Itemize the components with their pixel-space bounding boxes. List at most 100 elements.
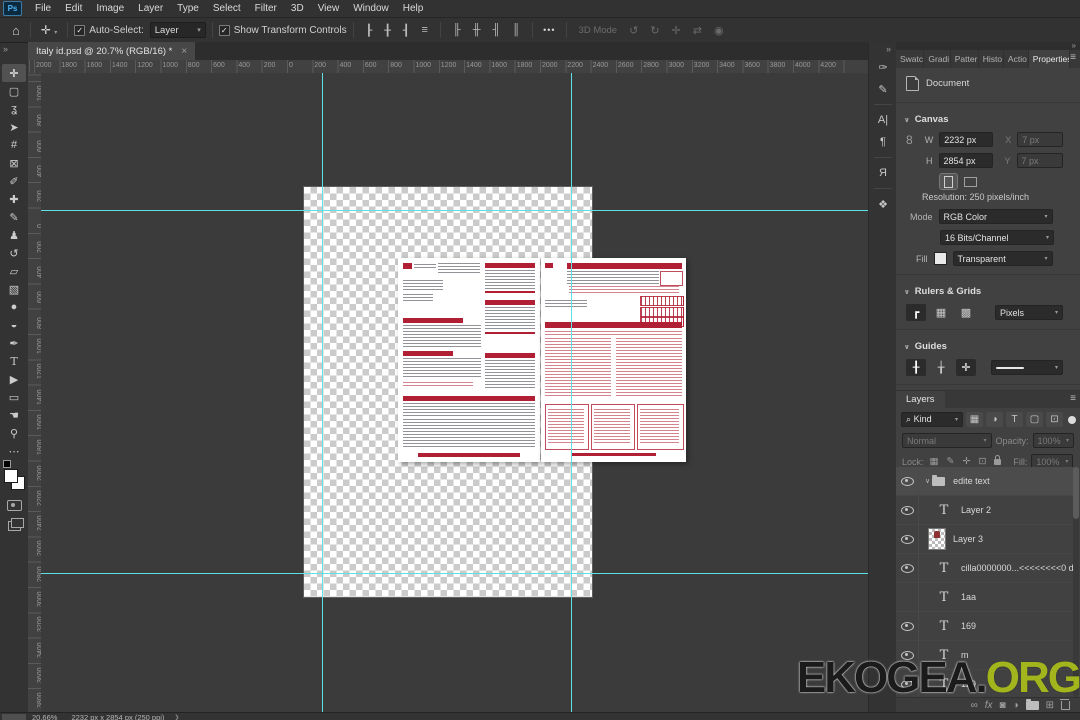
- tab-properties[interactable]: Properties: [1028, 50, 1071, 68]
- menu-filter[interactable]: Filter: [248, 3, 284, 14]
- zoom-tool[interactable]: ⚲: [2, 424, 26, 442]
- menu-view[interactable]: View: [311, 3, 347, 14]
- dodge-tool[interactable]: ◒: [2, 316, 26, 334]
- gradient-tool[interactable]: ▧: [2, 280, 26, 298]
- add-layer-mask-icon[interactable]: ◙: [1000, 700, 1006, 711]
- menu-window[interactable]: Window: [346, 3, 396, 14]
- properties-panel-menu-icon[interactable]: ≡: [1070, 50, 1080, 68]
- guides-section-header[interactable]: ∨ Guides: [896, 335, 1080, 356]
- hand-tool[interactable]: ☚: [2, 406, 26, 424]
- menu-edit[interactable]: Edit: [58, 3, 89, 14]
- menu-3d[interactable]: 3D: [284, 3, 311, 14]
- libraries-panel-icon[interactable]: ❖: [869, 193, 897, 215]
- align-left-edges-icon[interactable]: ┠: [360, 24, 379, 37]
- close-document-icon[interactable]: ×: [181, 46, 187, 57]
- crop-tool[interactable]: #: [2, 136, 26, 154]
- color-mode-dropdown[interactable]: RGB Color ▾: [938, 209, 1053, 224]
- rulers-grids-section-header[interactable]: ∨ Rulers & Grids: [896, 280, 1080, 301]
- foreground-color-swatch[interactable]: [4, 469, 18, 483]
- lasso-tool[interactable]: ʓ: [2, 100, 26, 118]
- distribute-right-edges-icon[interactable]: ╢: [486, 24, 506, 36]
- layer-row-cilla0000000-0-d[interactable]: Tcilla0000000...<<<<<<<<0 d: [896, 554, 1074, 583]
- layers-panel-menu-icon[interactable]: ≡: [1070, 391, 1080, 408]
- tab-gradi[interactable]: Gradi: [924, 50, 951, 68]
- visibility-toggle[interactable]: [896, 554, 919, 582]
- toggle-grid-icon[interactable]: ▦: [931, 304, 951, 321]
- more-align-options-icon[interactable]: •••: [539, 25, 559, 35]
- document-preview-1[interactable]: [398, 258, 540, 462]
- blur-tool[interactable]: ●: [2, 298, 26, 316]
- tab-swatc[interactable]: Swatc: [896, 50, 925, 68]
- pen-tool[interactable]: ✒: [2, 334, 26, 352]
- screen-mode-icon[interactable]: [7, 518, 24, 531]
- auto-select-checkbox[interactable]: ✓: [74, 24, 86, 36]
- bit-depth-dropdown[interactable]: 16 Bits/Channel ▾: [940, 230, 1054, 245]
- rectangle-tool[interactable]: ▭: [2, 388, 26, 406]
- menu-layer[interactable]: Layer: [131, 3, 170, 14]
- pasteboard[interactable]: [41, 73, 868, 712]
- layer-thumbnail[interactable]: [928, 528, 946, 550]
- link-dimensions-icon[interactable]: 8: [906, 133, 913, 147]
- document-tab[interactable]: Italy id.psd @ 20.7% (RGB/16) * ×: [28, 42, 196, 60]
- fill-dropdown[interactable]: Transparent ▾: [952, 251, 1053, 266]
- move-tool-options-icon[interactable]: ✛ ▾: [37, 24, 61, 36]
- eraser-tool[interactable]: ▱: [2, 262, 26, 280]
- brush-settings-panel-icon[interactable]: ✎: [869, 78, 897, 100]
- menu-help[interactable]: Help: [396, 3, 431, 14]
- history-brush-tool[interactable]: ↺: [2, 244, 26, 262]
- new-group-icon[interactable]: [1025, 699, 1039, 710]
- lock-artboard-icon[interactable]: ⊡: [976, 456, 988, 467]
- distribute-horizontal-centers-icon[interactable]: ╫: [467, 24, 487, 36]
- layer-row-1aa[interactable]: T 1aa: [896, 583, 1074, 612]
- horizontal-ruler[interactable]: 2000 1800 1600 1400 1200 1000 800 600 400 200 0 200…: [28, 60, 868, 74]
- guide-style-dropdown[interactable]: ▾: [991, 360, 1063, 375]
- visibility-toggle[interactable]: [896, 525, 919, 553]
- menu-select[interactable]: Select: [206, 3, 248, 14]
- ruler-units-dropdown[interactable]: Pixels ▾: [995, 305, 1063, 320]
- lock-transparent-pixels-icon[interactable]: ▦: [928, 456, 941, 467]
- filter-shape-layers-icon[interactable]: ▢: [1026, 412, 1043, 427]
- frame-tool[interactable]: ⊠: [2, 154, 26, 172]
- eyedropper-tool[interactable]: ✐: [2, 172, 26, 190]
- history-panel-icon[interactable]: ✑: [869, 56, 897, 78]
- toggle-pixel-grid-icon[interactable]: ▩: [956, 304, 976, 321]
- move-tool[interactable]: ✛: [2, 64, 26, 82]
- layer-row-layer-3[interactable]: Layer 3: [896, 525, 1074, 554]
- layers-panel-tab[interactable]: Layers: [896, 391, 945, 408]
- new-layer-icon[interactable]: ⊞: [1046, 700, 1054, 711]
- character-panel-icon[interactable]: A|: [869, 109, 897, 131]
- rectangular-marquee-tool[interactable]: ▢: [2, 82, 26, 100]
- auto-select-target-dropdown[interactable]: Layer ▾: [149, 22, 206, 38]
- home-icon[interactable]: ⌂: [8, 24, 24, 37]
- tab-patter[interactable]: Patter: [951, 50, 979, 68]
- layer-effects-icon[interactable]: fx: [985, 700, 993, 711]
- tab-actio[interactable]: Actio: [1004, 50, 1029, 68]
- expand-panels-icon[interactable]: »: [869, 42, 897, 56]
- paragraph-panel-icon[interactable]: ¶: [869, 131, 897, 153]
- zoom-level-field[interactable]: 20.66%: [32, 713, 57, 720]
- filter-pixel-layers-icon[interactable]: ▦: [966, 412, 983, 427]
- glyphs-panel-icon[interactable]: Я: [869, 162, 897, 184]
- toolbar-collapse-icon[interactable]: »: [3, 44, 8, 54]
- filter-smart-objects-icon[interactable]: ⊡: [1046, 412, 1063, 427]
- visibility-toggle[interactable]: [896, 467, 919, 495]
- spot-healing-brush-tool[interactable]: ✚: [2, 190, 26, 208]
- layer-row-169[interactable]: T 169: [896, 612, 1074, 641]
- toggle-rulers-icon[interactable]: ┏: [906, 304, 926, 321]
- visibility-toggle[interactable]: [896, 583, 919, 611]
- canvas-width-field[interactable]: 2232 px: [939, 132, 994, 147]
- filter-type-layers-icon[interactable]: T: [1006, 412, 1023, 427]
- edit-guides-icon[interactable]: ✛: [956, 359, 976, 376]
- align-horizontal-centers-icon[interactable]: ╂: [378, 24, 397, 37]
- menu-image[interactable]: Image: [89, 3, 131, 14]
- link-layers-icon[interactable]: ∞: [971, 700, 978, 711]
- toggle-guides-icon[interactable]: ╂: [906, 359, 926, 376]
- tab-histo[interactable]: Histo: [979, 50, 1004, 68]
- visibility-toggle[interactable]: [896, 612, 919, 640]
- lock-guides-icon[interactable]: ╁: [931, 359, 951, 376]
- document-preview-2[interactable]: [541, 258, 686, 462]
- brush-tool[interactable]: ✎: [2, 208, 26, 226]
- quick-mask-mode-icon[interactable]: [6, 500, 22, 511]
- vertical-ruler[interactable]: 1000800600400200020040060080010001200140…: [28, 73, 44, 712]
- lock-image-pixels-icon[interactable]: ✎: [945, 456, 957, 467]
